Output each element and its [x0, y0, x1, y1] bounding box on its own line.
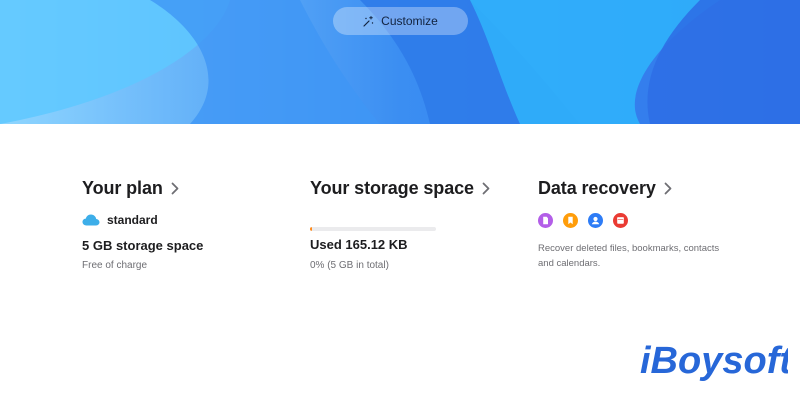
calendars-icon — [613, 213, 628, 228]
recovery-card-title[interactable]: Data recovery — [538, 178, 672, 199]
plan-title-text: Your plan — [82, 178, 163, 198]
storage-title-text: Your storage space — [310, 178, 474, 198]
bookmarks-icon — [563, 213, 578, 228]
iboysoft-logo: iBoysoft — [640, 339, 788, 382]
chevron-right-icon — [482, 182, 490, 195]
recovery-description: Recover deleted files, bookmarks, contac… — [538, 243, 720, 269]
storage-detail: 0% (5 GB in total) — [310, 260, 389, 271]
sparkle-wand-icon — [363, 15, 374, 27]
plan-name: standard — [107, 213, 158, 227]
recovery-app-icons — [538, 213, 628, 228]
storage-card-title[interactable]: Your storage space — [310, 178, 490, 199]
cloud-icon — [82, 214, 100, 226]
files-icon — [538, 213, 553, 228]
storage-card: Your storage space Used 165.12 KB 0% (5 … — [310, 178, 490, 271]
customize-button[interactable]: Customize — [333, 7, 468, 35]
plan-card: Your plan standard 5 GB storage space Fr… — [82, 178, 203, 271]
plan-storage: 5 GB storage space — [82, 238, 204, 253]
logo-text: iBoysoft — [640, 340, 788, 382]
chevron-right-icon — [171, 182, 179, 195]
recovery-card: Data recovery Recover deleted files, boo… — [538, 178, 719, 269]
plan-card-title[interactable]: Your plan — [82, 178, 179, 199]
storage-progress-bar — [310, 227, 436, 231]
plan-price: Free of charge — [82, 260, 148, 271]
recovery-title-text: Data recovery — [538, 178, 656, 198]
customize-label: Customize — [381, 14, 438, 28]
storage-progress-fill — [310, 227, 313, 231]
storage-used: Used 165.12 KB — [310, 237, 408, 252]
plan-name-row: standard — [82, 213, 158, 227]
contacts-icon — [588, 213, 603, 228]
chevron-right-icon — [664, 182, 672, 195]
hero-banner: Customize — [0, 0, 800, 124]
